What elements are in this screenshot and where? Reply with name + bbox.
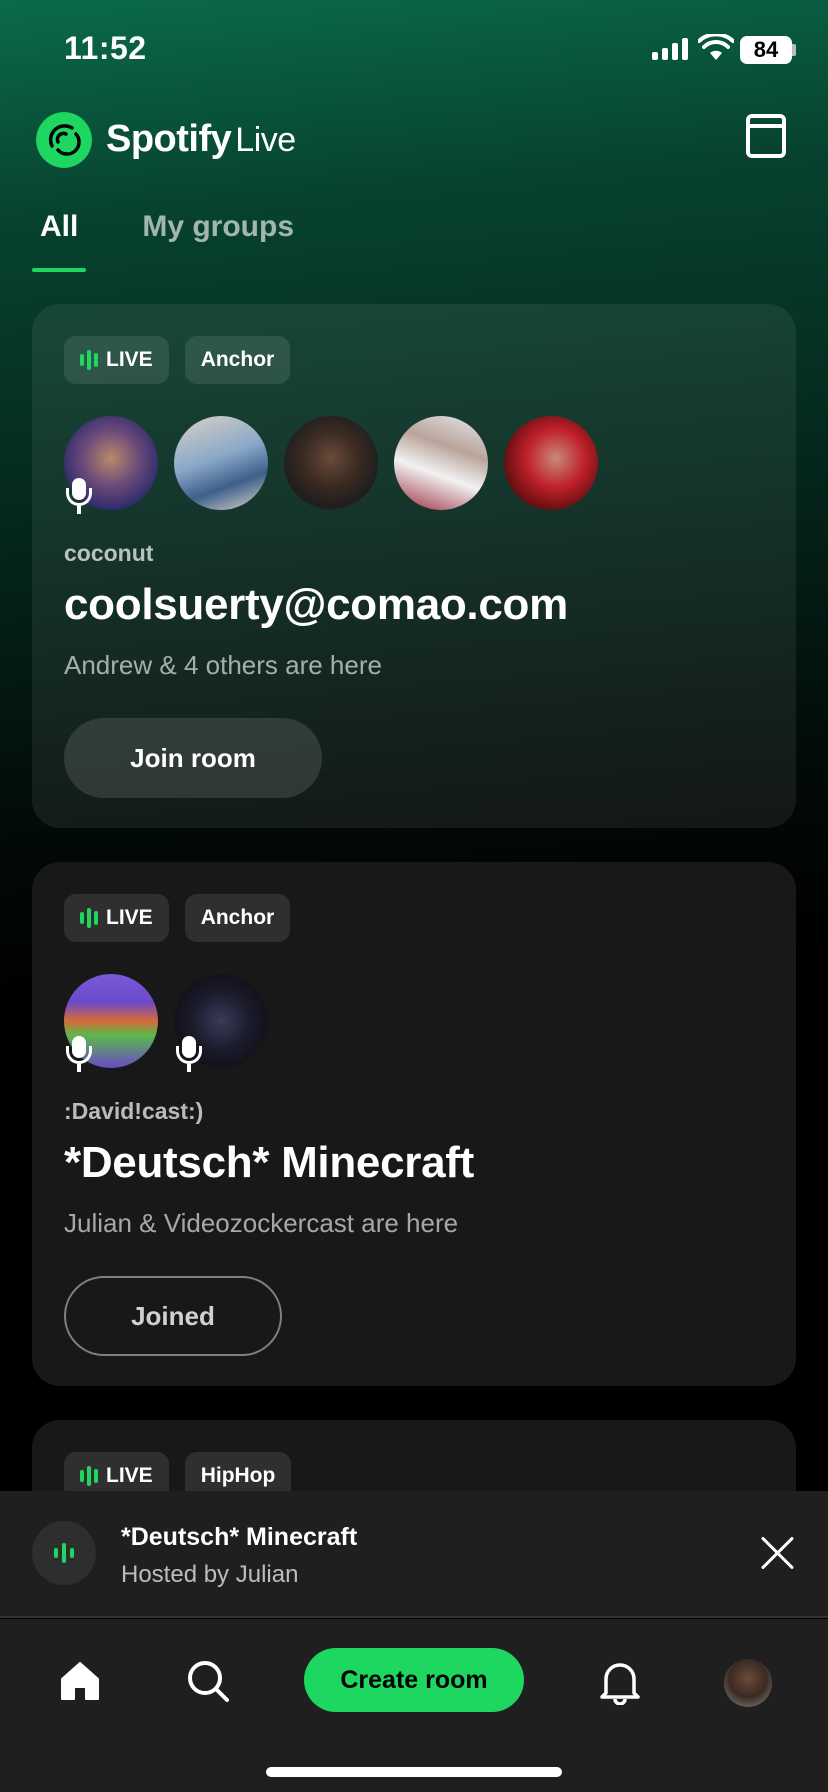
wifi-icon [698,34,734,60]
spotify-live-logo-icon [36,112,92,168]
create-room-button[interactable]: Create room [304,1648,524,1712]
home-indicator [266,1767,562,1777]
join-room-button[interactable]: Join room [64,718,322,798]
live-badge-label: LIVE [106,1464,153,1487]
search-icon[interactable] [186,1659,230,1703]
room-title: *Deutsch* Minecraft [64,1138,474,1187]
mini-player[interactable]: *Deutsch* Minecraft Hosted by Julian [0,1491,828,1618]
live-badge: LIVE [64,894,169,942]
mini-player-host: Hosted by Julian [121,1561,299,1588]
status-bar: 11:52 84 [0,0,828,100]
live-bars-icon [80,908,98,928]
tab-all[interactable]: All [32,206,87,272]
joined-button[interactable]: Joined [64,1276,282,1356]
status-time: 11:52 [64,30,147,66]
microphone-icon [174,1036,204,1076]
participant-avatars [64,416,598,514]
avatar[interactable] [64,974,158,1072]
room-card[interactable]: LIVE Anchor :David!cast:) *Deutsch* Mine… [32,862,796,1386]
battery-tip [792,44,796,56]
home-icon[interactable] [58,1659,102,1703]
live-badge: LIVE [64,336,169,384]
bottom-navigation: Create room [0,1619,828,1792]
avatar[interactable] [394,416,488,510]
live-bars-icon [80,1466,98,1486]
participant-avatars [64,974,268,1072]
close-icon[interactable] [760,1535,796,1571]
avatar[interactable] [174,416,268,510]
app-header: Spotify Live [32,108,796,172]
live-badge-label: LIVE [106,348,153,371]
host-name: coconut [64,540,154,566]
tab-my-groups[interactable]: My groups [134,206,302,272]
room-tags: LIVE Anchor [64,894,291,942]
host-name: :David!cast:) [64,1098,204,1124]
avatar[interactable] [504,416,598,510]
mini-player-title: *Deutsch* Minecraft [121,1523,358,1551]
live-audio-icon [32,1521,96,1585]
cellular-signal-icon [652,38,688,60]
profile-avatar[interactable] [724,1659,772,1707]
microphone-icon [64,478,94,518]
calendar-icon[interactable] [746,114,786,158]
room-card[interactable]: LIVE Anchor coconut coolsuerty@comao.com… [32,304,796,828]
room-attendees: Julian & Videozockercast are here [64,1208,459,1238]
brand-name: Spotify [106,118,232,160]
avatar[interactable] [64,416,158,514]
room-attendees: Andrew & 4 others are here [64,650,382,680]
category-tag: Anchor [184,894,291,942]
live-badge-label: LIVE [106,906,153,929]
microphone-icon [64,1036,94,1076]
battery-indicator: 84 [740,36,792,64]
live-bars-icon [80,350,98,370]
bell-icon[interactable] [598,1657,642,1705]
avatar[interactable] [284,416,378,510]
app-logo-text: Spotify Live [106,118,296,161]
room-tags: LIVE Anchor [64,336,291,384]
room-title: coolsuerty@comao.com [64,580,568,629]
tab-bar: All My groups [32,206,350,272]
avatar[interactable] [174,974,268,1072]
category-tag: Anchor [184,336,291,384]
brand-suffix: Live [235,121,296,159]
